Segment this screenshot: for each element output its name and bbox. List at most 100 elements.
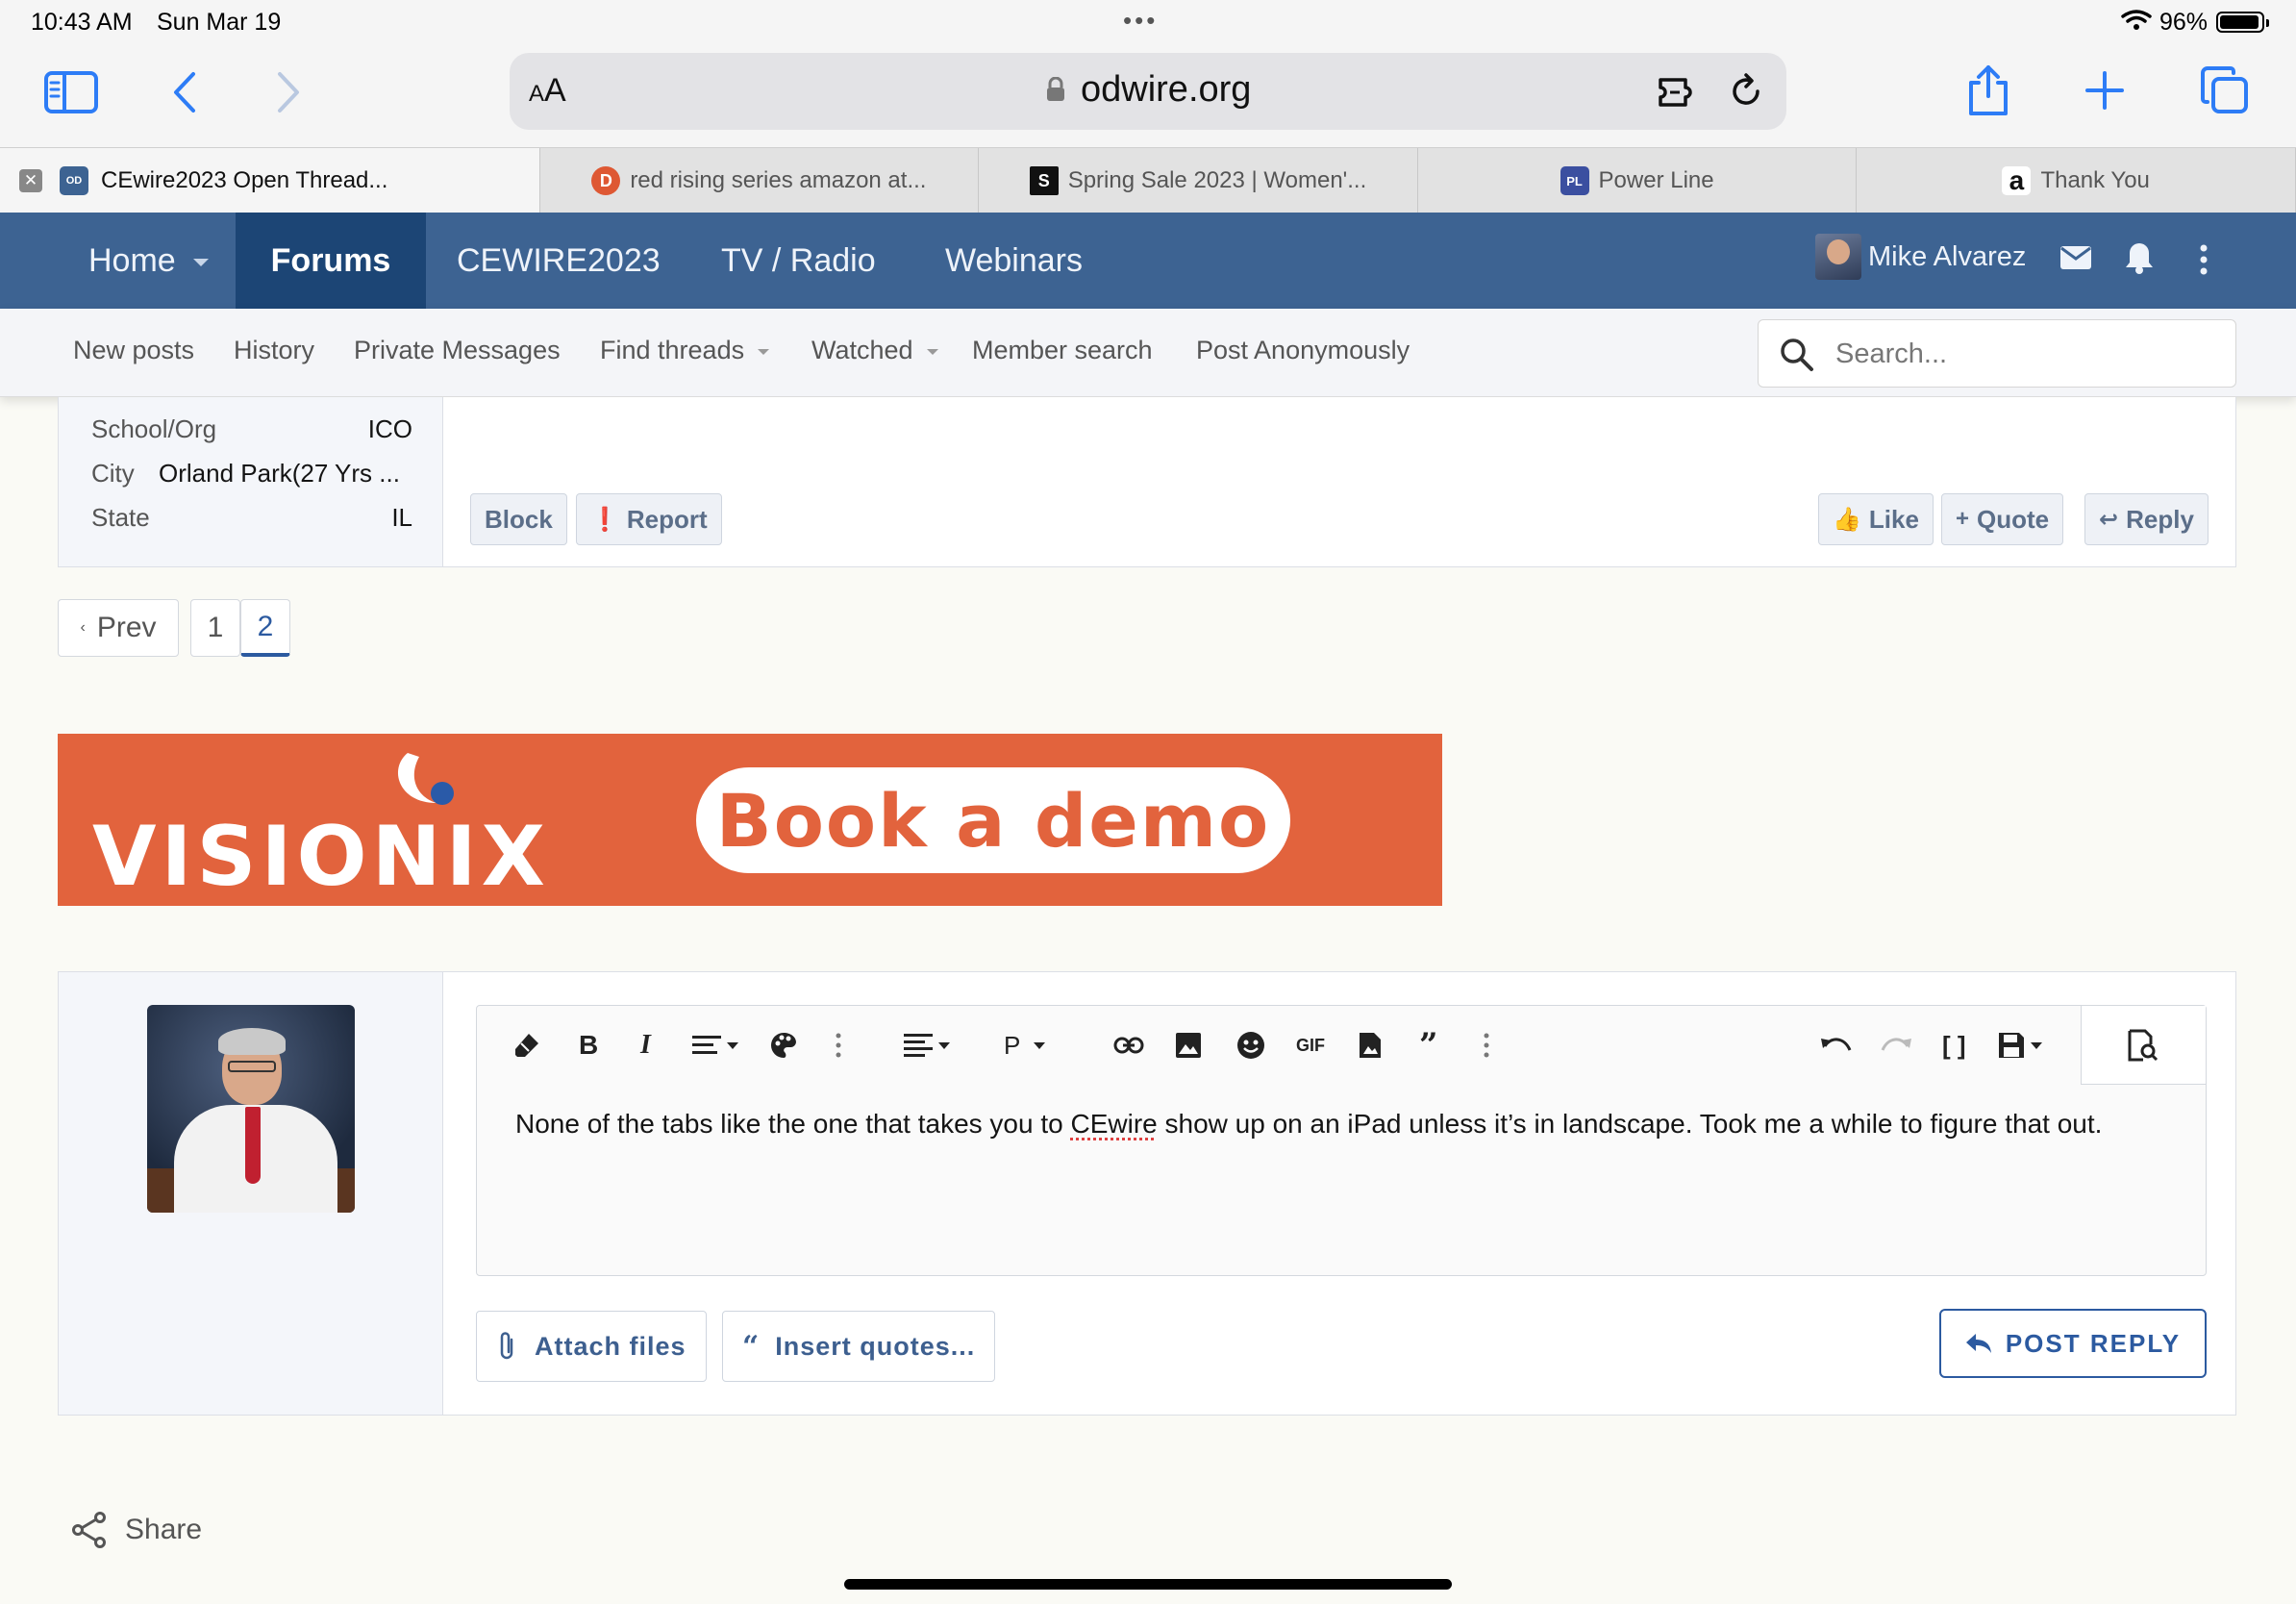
share-label: Share (125, 1514, 203, 1545)
tab-overview-button[interactable] (2198, 63, 2252, 117)
more-vertical-icon[interactable] (2198, 243, 2209, 276)
back-button[interactable] (165, 67, 204, 117)
text-color-button[interactable] (769, 1029, 798, 1062)
close-tab-icon[interactable]: ✕ (19, 169, 42, 192)
misspelled-word[interactable]: CEwire (1071, 1109, 1158, 1139)
nav-forums[interactable]: Forums (236, 213, 426, 309)
browser-tab[interactable]: D red rising series amazon at... (540, 148, 980, 213)
subnav-watched[interactable]: Watched (811, 336, 938, 365)
battery-percent: 96% (2159, 9, 2209, 36)
subnav-new-posts[interactable]: New posts (73, 336, 194, 365)
more-vertical-icon (1484, 1033, 1489, 1058)
insert-link-button[interactable] (1113, 1029, 1144, 1062)
insert-media-button[interactable] (1358, 1029, 1383, 1062)
share-link[interactable]: Share (71, 1512, 202, 1548)
bell-icon[interactable] (2125, 241, 2154, 274)
share-button[interactable] (1961, 62, 2015, 119)
nav-cewire2023[interactable]: CEWIRE2023 (457, 213, 661, 309)
tab-title: Power Line (1598, 167, 1714, 193)
editor-toolbar: B I P GIF ” [ ] (477, 1006, 2206, 1085)
subnav-private-messages[interactable]: Private Messages (354, 336, 561, 365)
mail-icon[interactable] (2059, 245, 2092, 270)
insert-gif-button[interactable]: GIF (1296, 1029, 1325, 1062)
watched-label: Watched (811, 336, 913, 364)
search-input[interactable] (1835, 330, 2220, 378)
state-value: IL (391, 503, 412, 532)
s-favicon: S (1029, 166, 1059, 195)
more-text-options-button[interactable] (835, 1029, 842, 1062)
undo-button[interactable] (1821, 1029, 1852, 1062)
search-box[interactable] (1758, 319, 2236, 388)
subnav-history[interactable]: History (234, 336, 314, 365)
link-icon (1113, 1037, 1144, 1054)
odwire-favicon: OD (60, 166, 88, 195)
preview-button[interactable] (2081, 1006, 2206, 1085)
redo-icon (1881, 1038, 1911, 1051)
italic-button[interactable]: I (640, 1029, 651, 1062)
quote-button[interactable]: + Quote (1941, 493, 2064, 545)
report-button[interactable]: ❗ Report (576, 493, 722, 545)
reload-icon[interactable] (1727, 72, 1765, 111)
browser-tab-active[interactable]: ✕ OD CEwire2023 Open Thread... (0, 148, 540, 213)
chevron-down-icon[interactable] (192, 259, 209, 266)
rich-text-editor[interactable]: B I P GIF ” [ ] None of the tabs like th… (476, 1005, 2207, 1276)
pagination-page-2[interactable]: 2 (240, 599, 290, 657)
previous-post: School/Org ICO City Orland Park(27 Yrs .… (58, 397, 2236, 567)
align-dropdown[interactable] (904, 1029, 950, 1062)
browser-tab[interactable]: PL Power Line (1418, 148, 1858, 213)
align-left-icon (692, 1036, 721, 1054)
browser-tab[interactable]: S Spring Sale 2023 | Women'... (979, 148, 1418, 213)
sidebar-toggle-button[interactable] (42, 67, 100, 117)
block-button[interactable]: Block (470, 493, 567, 545)
attach-files-button[interactable]: Attach files (476, 1311, 707, 1382)
pagination-prev[interactable]: ‹ Prev (58, 599, 179, 657)
forward-button[interactable] (269, 67, 308, 117)
post-reply-button[interactable]: POST REPLY (1939, 1309, 2207, 1378)
reply-arrow-icon: ↩ (2099, 506, 2119, 533)
bold-icon: B (579, 1030, 599, 1060)
like-label: Like (1868, 504, 1919, 534)
text-format-dropdown[interactable] (692, 1029, 738, 1062)
pagination-page-1[interactable]: 1 (190, 599, 240, 657)
browser-tab[interactable]: a Thank You (1857, 148, 2296, 213)
new-tab-button[interactable] (2081, 65, 2129, 115)
battery-icon (2216, 12, 2269, 33)
bold-button[interactable]: B (579, 1029, 598, 1062)
visionix-ad-banner[interactable]: VISIONIX Book a demo (58, 734, 1442, 906)
multitasking-dots[interactable]: ••• (1123, 6, 1158, 36)
nav-webinars[interactable]: Webinars (945, 213, 1083, 309)
subnav-find-threads[interactable]: Find threads (600, 336, 770, 365)
nav-home[interactable]: Home (88, 213, 209, 309)
insert-image-button[interactable] (1175, 1029, 1202, 1062)
insert-emoji-button[interactable] (1236, 1029, 1265, 1062)
like-button[interactable]: 👍 Like (1818, 493, 1934, 545)
reader-settings-button[interactable]: AA (529, 72, 566, 110)
redo-button[interactable] (1881, 1029, 1911, 1062)
user-avatar[interactable] (1815, 234, 1861, 280)
drafts-dropdown[interactable] (1998, 1029, 2042, 1062)
nav-tv-radio[interactable]: TV / Radio (721, 213, 876, 309)
post-user-info: School/Org ICO City Orland Park(27 Yrs .… (59, 397, 443, 566)
profile-city-row: City Orland Park(27 Yrs ... (91, 459, 412, 489)
clear-formatting-button[interactable] (513, 1029, 540, 1062)
subnav-post-anonymously[interactable]: Post Anonymously (1196, 336, 1410, 365)
insert-quotes-button[interactable]: “ Insert quotes... (722, 1311, 996, 1382)
reply-button[interactable]: ↩ Reply (2084, 493, 2209, 545)
toggle-bbcode-button[interactable]: [ ] (1942, 1029, 1966, 1062)
status-date: Sun Mar 19 (157, 9, 282, 36)
paragraph-format-dropdown[interactable]: P (1004, 1029, 1046, 1062)
insert-quote-button[interactable]: ” (1419, 1026, 1438, 1065)
book-demo-button[interactable]: Book a demo (696, 767, 1290, 873)
url-host: odwire.org (1081, 69, 1252, 110)
smile-icon (1237, 1032, 1264, 1059)
address-bar[interactable]: AA odwire.org (510, 53, 1786, 130)
status-time: 10:43 AM (31, 9, 133, 36)
subnav-member-search[interactable]: Member search (972, 336, 1153, 365)
editor-content[interactable]: None of the tabs like the one that takes… (515, 1106, 2169, 1142)
sidebar-icon (44, 71, 98, 113)
user-name[interactable]: Mike Alvarez (1868, 241, 2026, 273)
home-indicator[interactable] (844, 1579, 1452, 1590)
extensions-icon[interactable] (1657, 74, 1703, 111)
more-insert-options-button[interactable] (1483, 1029, 1490, 1062)
profile-state-row: State IL (91, 503, 412, 533)
